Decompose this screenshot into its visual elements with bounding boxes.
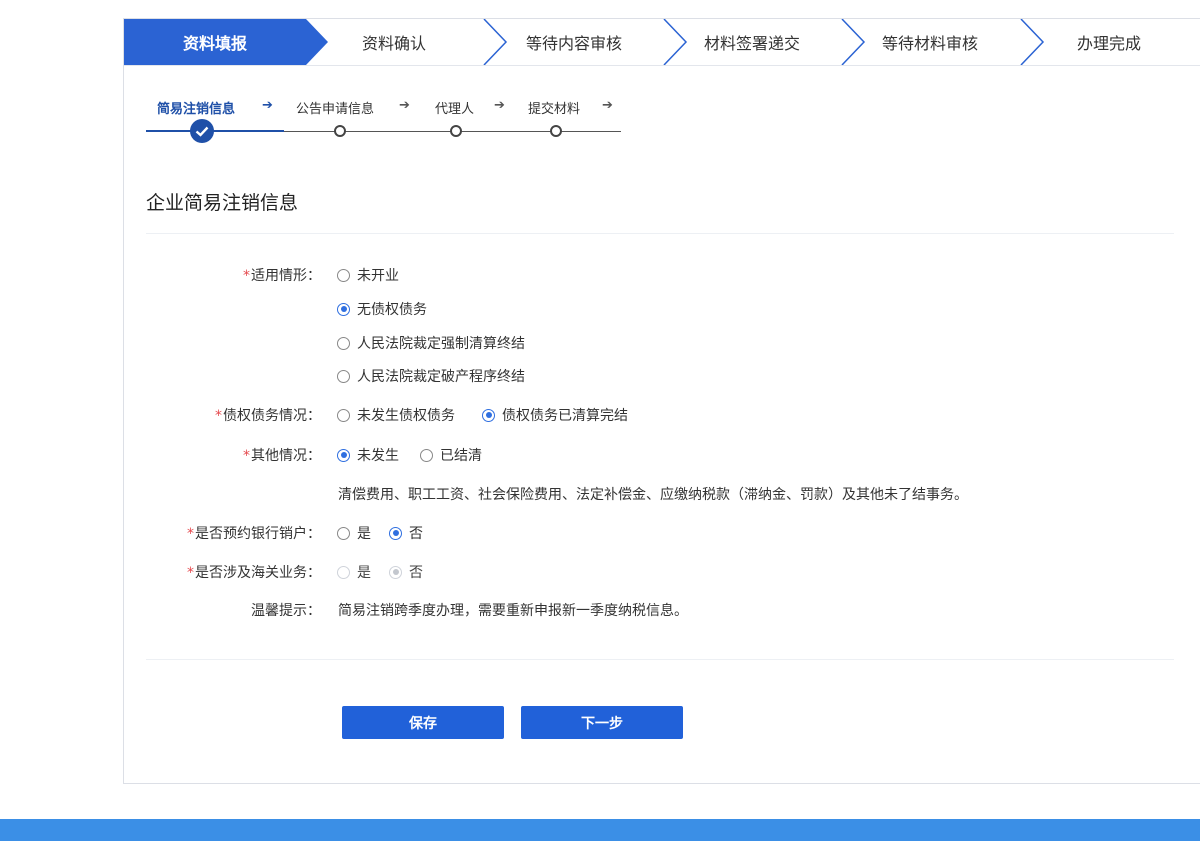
step-dot-icon: [450, 125, 462, 137]
option-label: 否: [409, 526, 423, 542]
arrow-right-icon: ➔: [262, 98, 273, 113]
arrow-right-icon: ➔: [494, 98, 505, 113]
bank-label: *是否预约银行销户：: [146, 523, 321, 543]
tip-label: 温馨提示：: [251, 603, 321, 619]
radio-bank-no[interactable]: 否: [389, 523, 423, 543]
option-label: 无债权债务: [357, 302, 427, 318]
next-step-button[interactable]: 下一步: [521, 706, 683, 739]
radio-other-none[interactable]: 未发生: [337, 445, 399, 465]
radio-icon[interactable]: [482, 408, 495, 422]
radio-court-bankruptcy[interactable]: 人民法院裁定破产程序终结: [337, 366, 525, 386]
step-dot-icon: [550, 125, 562, 137]
main-step-complete[interactable]: 办理完成: [1039, 19, 1179, 65]
check-circle-icon: [190, 119, 214, 143]
required-mark: *: [187, 565, 194, 581]
other-note: 清偿费用、职工工资、社会保险费用、法定补偿金、应缴纳税款（滞纳金、罚款）及其他未…: [338, 487, 968, 503]
debt-label-text: 债权债务情况：: [223, 408, 321, 424]
arrow-right-icon: ➔: [399, 98, 410, 113]
main-step-bar: 资料填报 资料确认 等待内容审核 材料签署递交 等待材料审核 办理完成: [124, 19, 1200, 66]
sub-step-simple-cancel-info[interactable]: 简易注销信息: [157, 98, 235, 117]
radio-icon[interactable]: [337, 408, 350, 422]
radio-icon[interactable]: [337, 302, 350, 316]
option-label: 债权债务已清算完结: [502, 408, 628, 424]
radio-icon[interactable]: [337, 448, 350, 462]
required-mark: *: [243, 448, 250, 464]
main-step-material-review[interactable]: 等待材料审核: [855, 19, 1005, 65]
debt-label: *债权债务情况：: [146, 405, 321, 425]
divider: [146, 659, 1174, 660]
required-mark: *: [243, 268, 250, 284]
other-label-text: 其他情况：: [251, 448, 321, 464]
form-panel: 资料填报 资料确认 等待内容审核 材料签署递交 等待材料审核 办理完成: [123, 18, 1200, 784]
required-mark: *: [215, 408, 222, 424]
radio-not-opened[interactable]: 未开业: [337, 265, 399, 285]
radio-no-debt[interactable]: 无债权债务: [337, 299, 427, 319]
footer-bar: [0, 819, 1200, 841]
radio-icon[interactable]: [420, 448, 433, 462]
sub-step-agent[interactable]: 代理人: [435, 98, 474, 117]
sub-step-announcement[interactable]: 公告申请信息: [296, 98, 374, 117]
radio-icon: [389, 565, 402, 579]
section-title: 企业简易注销信息: [146, 192, 299, 214]
other-label: *其他情况：: [146, 445, 321, 465]
option-label: 人民法院裁定强制清算终结: [357, 336, 525, 352]
radio-no-debt-occurred[interactable]: 未发生债权债务: [337, 405, 455, 425]
arrow-right-icon: ➔: [602, 98, 613, 113]
option-label: 人民法院裁定破产程序终结: [357, 369, 525, 385]
main-step-sign-submit[interactable]: 材料签署递交: [677, 19, 827, 65]
radio-customs-yes: 是: [337, 562, 371, 582]
applicable-label-text: 适用情形：: [251, 268, 321, 284]
bank-label-text: 是否预约银行销户：: [195, 526, 321, 542]
option-label: 是: [357, 565, 371, 581]
applicable-label: *适用情形：: [146, 265, 321, 285]
radio-other-settled[interactable]: 已结清: [420, 445, 482, 465]
radio-icon[interactable]: [389, 526, 402, 540]
customs-label-text: 是否涉及海关业务：: [195, 565, 321, 581]
radio-icon[interactable]: [337, 268, 350, 282]
main-step-content-review[interactable]: 等待内容审核: [499, 19, 649, 65]
main-step-fill-info[interactable]: 资料填报: [124, 19, 306, 65]
main-step-confirm[interactable]: 资料确认: [319, 19, 469, 65]
option-label: 是: [357, 526, 371, 542]
required-mark: *: [187, 526, 194, 542]
option-label: 未开业: [357, 268, 399, 284]
radio-icon[interactable]: [337, 369, 350, 383]
radio-icon[interactable]: [337, 526, 350, 540]
radio-court-liquidation[interactable]: 人民法院裁定强制清算终结: [337, 333, 525, 353]
radio-icon: [337, 565, 350, 579]
radio-customs-no: 否: [389, 562, 423, 582]
sub-progress-line-done: [146, 130, 284, 132]
option-label: 已结清: [440, 448, 482, 464]
step-dot-icon: [334, 125, 346, 137]
customs-label: *是否涉及海关业务：: [146, 562, 321, 582]
save-button[interactable]: 保存: [342, 706, 504, 739]
divider: [146, 233, 1174, 234]
option-label: 否: [409, 565, 423, 581]
tip-text: 简易注销跨季度办理，需要重新申报新一季度纳税信息。: [338, 603, 688, 619]
radio-bank-yes[interactable]: 是: [337, 523, 371, 543]
sub-step-submit-materials[interactable]: 提交材料: [528, 98, 580, 117]
option-label: 未发生: [357, 448, 399, 464]
radio-icon[interactable]: [337, 336, 350, 350]
radio-debt-settled[interactable]: 债权债务已清算完结: [482, 405, 628, 425]
option-label: 未发生债权债务: [357, 408, 455, 424]
